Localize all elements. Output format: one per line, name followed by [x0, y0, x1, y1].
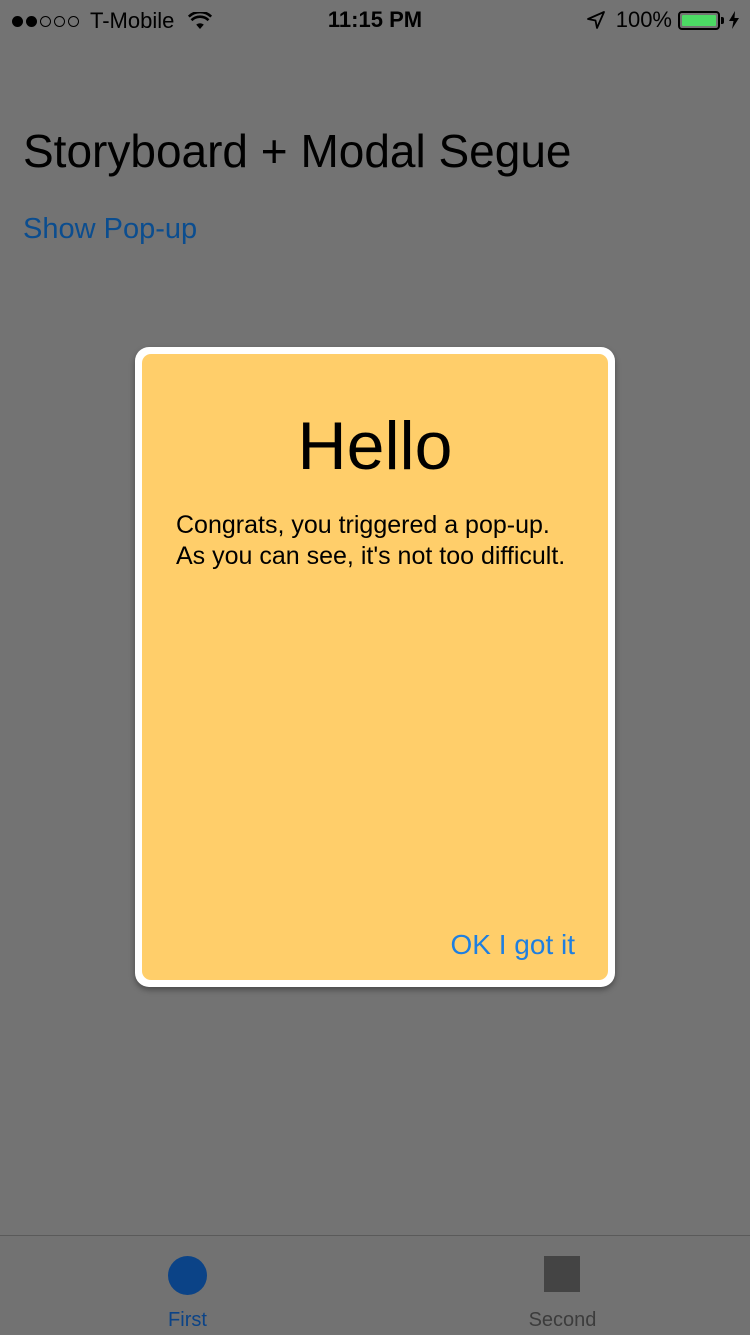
popup-card: Hello Congrats, you triggered a pop-up. …: [142, 354, 608, 980]
ok-got-it-button[interactable]: OK I got it: [451, 929, 576, 961]
battery-tip: [721, 16, 724, 24]
tab-first-label: First: [168, 1309, 207, 1331]
location-arrow-icon: [586, 11, 605, 29]
tab-second[interactable]: Second: [375, 1236, 750, 1335]
circle-icon: [168, 1256, 207, 1295]
show-popup-button[interactable]: Show Pop-up: [23, 213, 197, 246]
popup-dialog: Hello Congrats, you triggered a pop-up. …: [135, 347, 615, 987]
status-bar: T-Mobile 11:15 PM 100%: [0, 0, 750, 40]
square-icon: [544, 1256, 580, 1292]
popup-message: Congrats, you triggered a pop-up. As you…: [176, 511, 566, 570]
battery-percentage: 100%: [615, 7, 672, 32]
charging-bolt-icon: [729, 11, 739, 29]
status-right: 100%: [586, 7, 740, 33]
tab-second-label: Second: [528, 1309, 597, 1331]
tab-bar: First Second: [0, 1235, 750, 1334]
battery-icon: [678, 10, 724, 30]
popup-title: Hello: [297, 408, 453, 484]
battery-level-fill: [682, 14, 716, 26]
page-title: Storyboard + Modal Segue: [23, 125, 572, 177]
tab-first[interactable]: First: [0, 1236, 375, 1335]
